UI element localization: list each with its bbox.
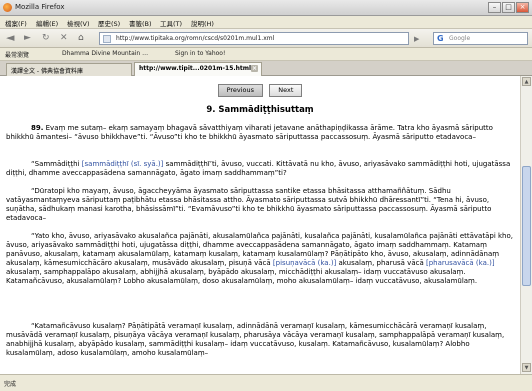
paragraph-text: Evaṃ me sutaṃ– ekaṃ samayaṃ bhagavā sāva… <box>6 124 493 141</box>
paragraph: “Katamañcāvuso kusalaṃ? Pāṇātipātā veram… <box>6 322 505 357</box>
search-box[interactable]: G Google <box>433 32 528 45</box>
next-button[interactable]: Next <box>269 84 303 97</box>
tab-bar: 漢譯全文 - 佛典協會資料庫 http://www.tipit...0201m-… <box>0 61 532 76</box>
menu-tools[interactable]: 工具(T) <box>160 18 182 28</box>
bookmarks-toolbar: 最常瀏覽 Dhamma Divine Mountain … Sign in to… <box>0 48 532 61</box>
variant-reading: [pharusavācā (ka.)] <box>425 259 495 267</box>
title-bar: Mozilla Firefox – □ × <box>0 0 532 16</box>
url-bar[interactable]: http://www.tipitaka.org/romn/cscd/s0201m… <box>99 32 409 45</box>
home-button[interactable]: ⌂ <box>78 32 84 44</box>
vertical-scrollbar[interactable]: ▲ ▼ <box>520 76 532 374</box>
paragraph: “Sammādiṭṭhi [sammādiṭṭhī (sī. syā.)] sa… <box>6 160 516 178</box>
tab-tipitaka[interactable]: http://www.tipit...0201m-15.html × <box>134 62 262 76</box>
paragraph: “Yato kho, āvuso, ariyasāvako akusalañca… <box>6 232 516 286</box>
tab-chinese-db[interactable]: 漢譯全文 - 佛典協會資料庫 <box>6 63 132 76</box>
variant-reading: [sammādiṭṭhī (sī. syā.)] <box>81 160 164 168</box>
navigation-toolbar: ◄ ► ↻ ✕ ⌂ http://www.tipitaka.org/romn/c… <box>0 29 532 48</box>
variant-reading: [pisuṇavācā (ka.)] <box>272 259 337 267</box>
back-button[interactable]: ◄ <box>6 32 14 44</box>
menu-bookmarks[interactable]: 書籤(B) <box>129 18 152 28</box>
window-title: Mozilla Firefox <box>15 3 65 11</box>
paragraph: “Dūratopi kho mayaṃ, āvuso, āgaccheyyāma… <box>6 187 492 222</box>
tab-label: 漢譯全文 - 佛典協會資料庫 <box>11 68 83 75</box>
bookmark-most-visited[interactable]: 最常瀏覽 <box>5 50 29 59</box>
scroll-thumb[interactable] <box>522 166 531 286</box>
firefox-icon <box>3 3 12 12</box>
search-placeholder[interactable]: Google <box>449 35 470 42</box>
forward-button[interactable]: ► <box>24 32 31 44</box>
close-button[interactable]: × <box>516 2 529 13</box>
paragraph-text: akusalaṃ, samphappalāpo akusalaṃ, abhijj… <box>6 268 478 285</box>
menu-view[interactable]: 檢視(V) <box>67 18 90 28</box>
paragraph-text: akusalaṃ, pharusā vācā <box>336 259 426 267</box>
status-bar: 完成 <box>0 374 532 391</box>
paragraph-number: 89. <box>31 124 44 132</box>
scroll-down-icon[interactable]: ▼ <box>522 363 531 372</box>
google-icon: G <box>437 34 444 43</box>
url-text[interactable]: http://www.tipitaka.org/romn/cscd/s0201m… <box>116 35 274 42</box>
menu-history[interactable]: 歷史(S) <box>98 18 120 28</box>
go-icon[interactable]: ▶ <box>414 33 419 45</box>
page-content: Previous Next 9. Sammādiṭṭhisuttaṃ 89. E… <box>0 76 520 374</box>
maximize-button[interactable]: □ <box>502 2 515 13</box>
stop-button[interactable]: ✕ <box>60 32 68 44</box>
site-icon <box>103 35 111 43</box>
paragraph-text: “Sammādiṭṭhi <box>31 160 82 168</box>
previous-button[interactable]: Previous <box>217 84 264 97</box>
minimize-button[interactable]: – <box>488 2 501 13</box>
bookmark-dhamma[interactable]: Dhamma Divine Mountain … <box>62 50 148 57</box>
reload-button[interactable]: ↻ <box>42 32 50 44</box>
menu-help[interactable]: 說明(H) <box>191 18 214 28</box>
scroll-up-icon[interactable]: ▲ <box>522 77 531 86</box>
menu-file[interactable]: 檔案(F) <box>5 18 27 28</box>
menu-bar: 檔案(F) 編輯(E) 檢視(V) 歷史(S) 書籤(B) 工具(T) 說明(H… <box>0 16 532 29</box>
close-tab-icon[interactable]: × <box>251 65 258 72</box>
page-navigation: Previous Next <box>0 84 520 97</box>
menu-edit[interactable]: 編輯(E) <box>36 18 58 28</box>
page-title: 9. Sammādiṭṭhisuttaṃ <box>206 105 314 115</box>
status-text: 完成 <box>4 381 17 388</box>
tab-label: http://www.tipit...0201m-15.html <box>139 65 252 72</box>
paragraph-89: 89. Evaṃ me sutaṃ– ekaṃ samayaṃ bhagavā … <box>6 124 516 142</box>
bookmark-yahoo[interactable]: Sign in to Yahoo! <box>175 50 225 57</box>
